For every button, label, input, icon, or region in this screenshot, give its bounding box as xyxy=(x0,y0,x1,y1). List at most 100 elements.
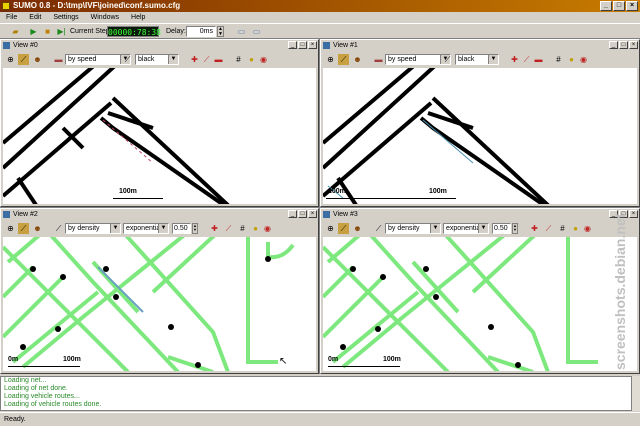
factor-spinner[interactable]: ▲ ▼ xyxy=(512,223,518,234)
chevron-down-icon: ▼ xyxy=(430,224,440,233)
view-close-button[interactable]: × xyxy=(629,41,638,49)
grid-icon[interactable]: # xyxy=(553,54,564,65)
grid-icon[interactable]: # xyxy=(237,223,248,234)
view-3-titlebar: View #3 _ □ × xyxy=(321,209,639,220)
factor-input[interactable]: 0.50 xyxy=(172,223,191,234)
tooltip-icon[interactable]: ● xyxy=(246,54,257,65)
color-scheme-select[interactable]: exponential ▼ xyxy=(123,223,169,234)
view-1-toolbar: ⊕ ⟋ ☻ ▬ by speed ▼ ⟋ black ▼ ✚ ⟋ ▬ # ● ◉ xyxy=(321,51,639,67)
log-scrollbar[interactable] xyxy=(632,376,640,411)
tracking-icon[interactable]: ☻ xyxy=(32,54,43,65)
close-button[interactable]: × xyxy=(626,1,638,11)
title-bar: SUMO 0.8 - D:\tmp\IVF\joined\conf.sumo.c… xyxy=(0,0,640,12)
message-log[interactable]: Loading net... Loading of net done. Load… xyxy=(0,376,632,411)
locate-vehicle-icon[interactable]: ▬ xyxy=(533,54,544,65)
locate-edge-icon[interactable]: ⟋ xyxy=(201,54,212,65)
scale-label: 100m xyxy=(383,356,401,363)
color-value: exponential xyxy=(126,225,162,232)
color-value-select[interactable]: black ▼ xyxy=(455,54,499,65)
color-value-select[interactable]: black ▼ xyxy=(135,54,179,65)
edit-icon[interactable]: ⟋ xyxy=(338,54,349,65)
color-scheme-select[interactable]: exponential ▼ xyxy=(443,223,489,234)
settings-icon[interactable]: ◉ xyxy=(258,54,269,65)
tooltip-icon[interactable]: ● xyxy=(570,223,581,234)
recenter-icon[interactable]: ⊕ xyxy=(5,54,16,65)
view-3: View #3 _ □ × ⊕ ⟋ ☻ ⟋ by density ▼ exponent… xyxy=(320,208,640,374)
mouse-cursor-icon: ↖ xyxy=(279,356,288,367)
open-folder-icon[interactable]: ▰ xyxy=(10,26,21,37)
menu-windows[interactable]: Windows xyxy=(85,14,125,21)
lane-icon[interactable]: ⟋ xyxy=(53,223,64,234)
step-icon[interactable]: ▶| xyxy=(56,26,67,37)
color-mode-select[interactable]: by density ▼ xyxy=(385,223,441,234)
car-icon[interactable]: ▬ xyxy=(53,54,64,65)
locate-junction-icon[interactable]: ✚ xyxy=(209,223,220,234)
chevron-down-icon: ▼ xyxy=(158,224,168,233)
scale-zero-label: 0m xyxy=(8,356,19,363)
factor-spinner[interactable]: ▲ ▼ xyxy=(192,223,198,234)
delay-spinner[interactable]: ▲ ▼ xyxy=(217,26,224,37)
view-1-canvas[interactable]: 100m 100m xyxy=(323,68,637,204)
menu-edit[interactable]: Edit xyxy=(23,14,47,21)
factor-input[interactable]: 0.50 xyxy=(492,223,511,234)
scale-bar xyxy=(113,198,163,199)
delay-input[interactable]: 0ms xyxy=(186,26,216,37)
scale-label-right: 100m xyxy=(429,188,447,195)
tracking-icon[interactable]: ☻ xyxy=(32,223,43,234)
car-icon[interactable]: ▬ xyxy=(373,54,384,65)
recenter-icon[interactable]: ⊕ xyxy=(5,223,16,234)
tooltip-icon[interactable]: ● xyxy=(566,54,577,65)
edit-icon[interactable]: ⟋ xyxy=(338,223,349,234)
locate-junction-icon[interactable]: ✚ xyxy=(509,54,520,65)
scale-bar xyxy=(326,198,456,199)
view-maximize-button[interactable]: □ xyxy=(619,41,628,49)
view-0-title: View #0 xyxy=(13,42,38,49)
tracking-icon[interactable]: ☻ xyxy=(352,54,363,65)
recenter-icon[interactable]: ⊕ xyxy=(325,54,336,65)
view-0-canvas[interactable]: 100m xyxy=(3,68,316,204)
lane-icon[interactable]: ⟋ xyxy=(442,54,453,65)
app-icon xyxy=(2,2,10,10)
settings-icon[interactable]: ◉ xyxy=(582,223,593,234)
view-maximize-button[interactable]: □ xyxy=(298,41,307,49)
settings-icon[interactable]: ◉ xyxy=(578,54,589,65)
view-3-canvas[interactable]: 0m 100m xyxy=(323,237,637,371)
locate-edge-icon[interactable]: ⟋ xyxy=(543,223,554,234)
minimize-button[interactable]: _ xyxy=(600,1,612,11)
menu-file[interactable]: File xyxy=(0,14,23,21)
color-mode-select[interactable]: by density ▼ xyxy=(65,223,121,234)
lane-icon[interactable]: ⟋ xyxy=(373,223,384,234)
view-close-button[interactable]: × xyxy=(308,210,317,218)
tooltip-icon[interactable]: ● xyxy=(250,223,261,234)
locate-edge-icon[interactable]: ⟋ xyxy=(521,54,532,65)
locate-junction-icon[interactable]: ✚ xyxy=(529,223,540,234)
view-2-canvas[interactable]: 0m 100m ↖ xyxy=(3,237,316,371)
view-close-button[interactable]: × xyxy=(308,41,317,49)
log-line: Loading net... xyxy=(4,377,47,384)
menu-help[interactable]: Help xyxy=(125,14,151,21)
settings-icon[interactable]: ◉ xyxy=(262,223,273,234)
maximize-button[interactable]: □ xyxy=(613,1,625,11)
stop-icon[interactable]: ■ xyxy=(42,26,53,37)
grid-icon[interactable]: # xyxy=(233,54,244,65)
locate-edge-icon[interactable]: ⟋ xyxy=(223,223,234,234)
view-minimize-button[interactable]: _ xyxy=(609,41,618,49)
view-maximize-button[interactable]: □ xyxy=(298,210,307,218)
lane-icon[interactable]: ⟋ xyxy=(122,54,133,65)
play-icon[interactable]: ▶ xyxy=(28,26,39,37)
locate-junction-icon[interactable]: ✚ xyxy=(189,54,200,65)
view-1: View #1 _ □ × ⊕ ⟋ ☻ ▬ by speed ▼ ⟋ black ▼ ✚… xyxy=(320,39,640,207)
menu-settings[interactable]: Settings xyxy=(47,14,84,21)
chevron-down-icon: ▼ xyxy=(168,55,178,64)
new-view-icon[interactable]: ▭ xyxy=(236,26,247,37)
tracking-icon[interactable]: ☻ xyxy=(352,223,363,234)
view-minimize-button[interactable]: _ xyxy=(288,41,297,49)
grid-icon[interactable]: # xyxy=(557,223,568,234)
view-minimize-button[interactable]: _ xyxy=(288,210,297,218)
edit-icon[interactable]: ⟋ xyxy=(18,54,29,65)
new-3d-view-icon[interactable]: ▭ xyxy=(251,26,262,37)
locate-vehicle-icon[interactable]: ▬ xyxy=(213,54,224,65)
edit-icon[interactable]: ⟋ xyxy=(18,223,29,234)
color-mode-value: by speed xyxy=(388,56,417,63)
recenter-icon[interactable]: ⊕ xyxy=(325,223,336,234)
